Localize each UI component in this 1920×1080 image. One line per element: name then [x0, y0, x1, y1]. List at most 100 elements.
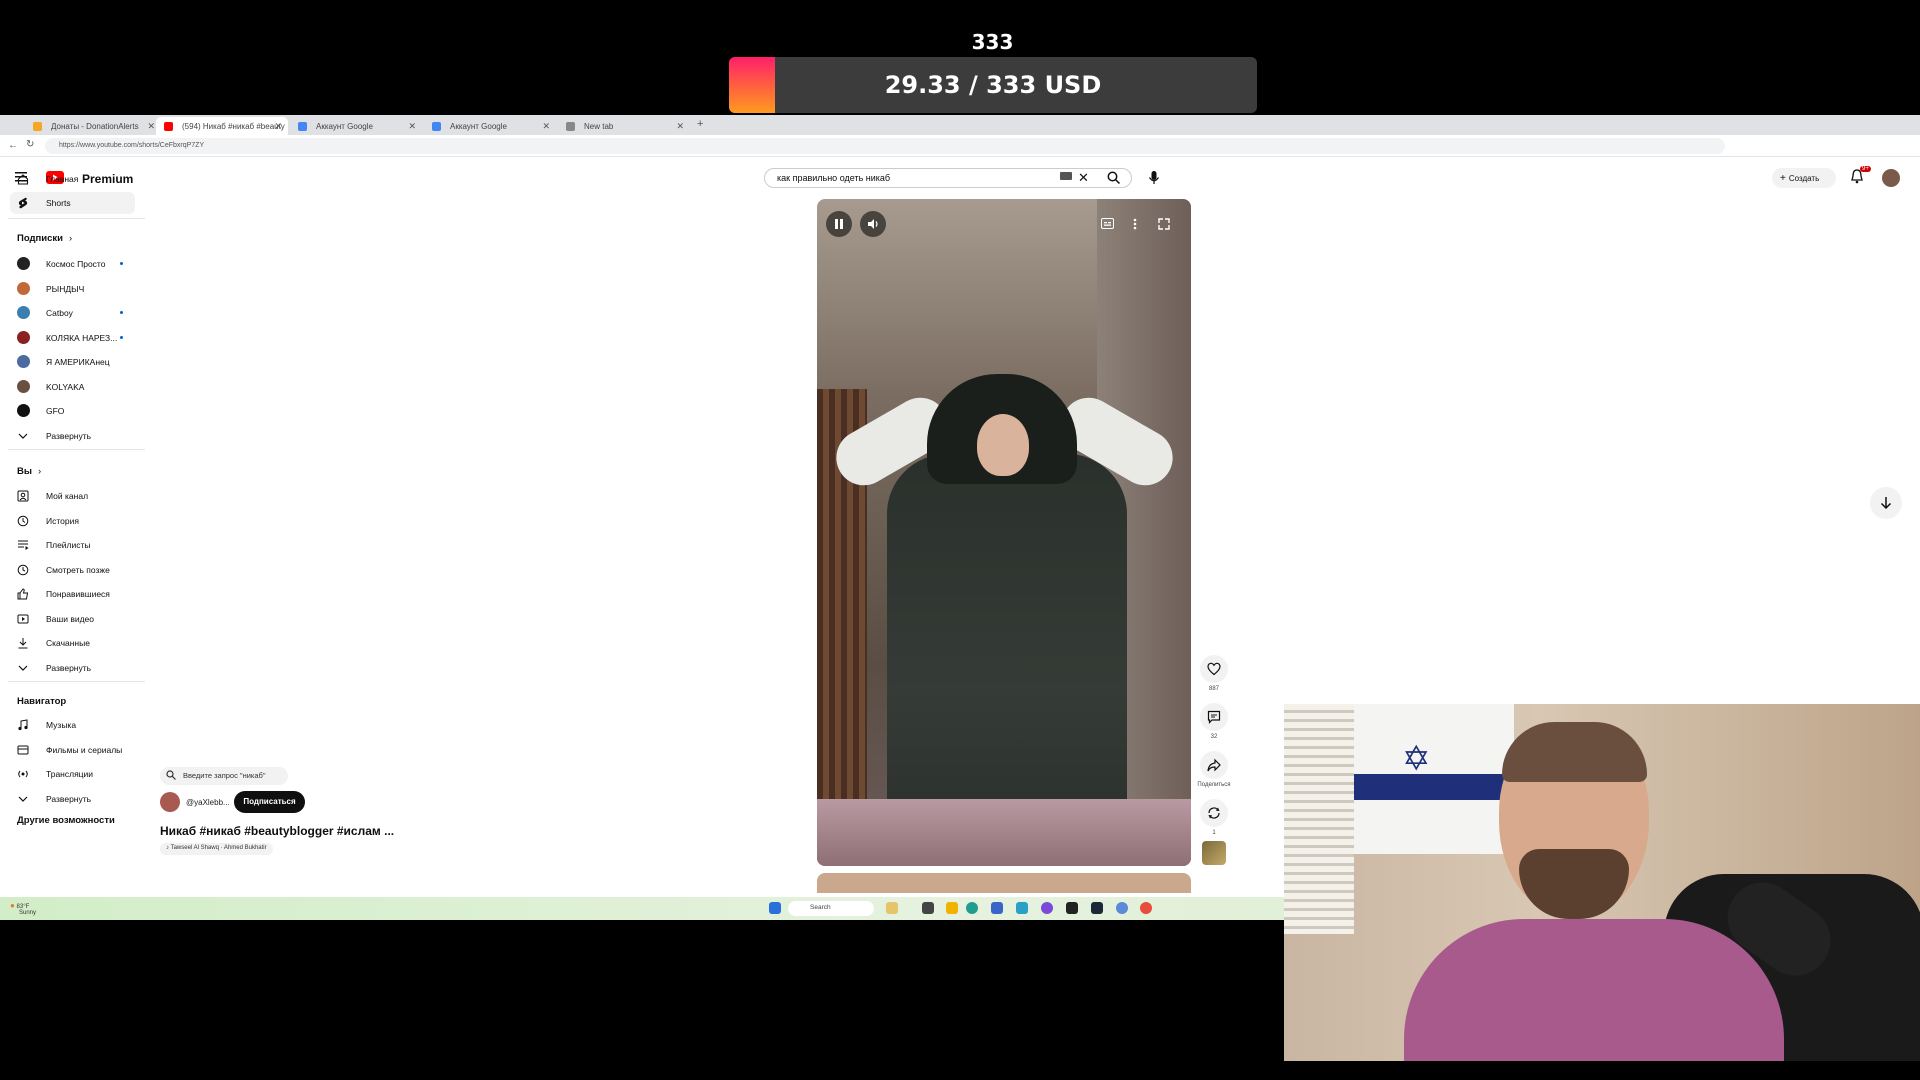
notification-badge: 9+: [1860, 166, 1871, 172]
sidebar-item-live[interactable]: Трансляции: [10, 763, 135, 785]
chevron-down-icon: [18, 433, 28, 439]
chrome-icon[interactable]: [1140, 902, 1152, 914]
close-tab-icon[interactable]: ✕: [676, 121, 684, 132]
create-button[interactable]: + Создать: [1772, 168, 1836, 188]
app-icon[interactable]: [1041, 902, 1053, 914]
start-icon[interactable]: [769, 902, 781, 914]
sidebar-item-like[interactable]: Понравившиеся: [10, 583, 135, 605]
search-icon[interactable]: [1107, 171, 1120, 184]
app-icon[interactable]: [922, 902, 934, 914]
sidebar-item-channel[interactable]: РЫНДЫЧ: [10, 278, 135, 300]
sidebar-item-watch-later[interactable]: Смотреть позже: [10, 559, 135, 581]
weather-widget[interactable]: ● 83°F Sunny: [10, 901, 36, 916]
close-tab-icon[interactable]: ✕: [147, 121, 155, 132]
app-icon[interactable]: [1116, 902, 1128, 914]
volume-button[interactable]: [860, 211, 886, 237]
voice-search-button[interactable]: [1144, 168, 1164, 188]
sidebar-item-home[interactable]: Главная: [10, 168, 135, 190]
sidebar-item-label: Ваши видео: [46, 613, 95, 624]
next-short-button[interactable]: [1870, 487, 1902, 519]
avatar[interactable]: [1882, 169, 1900, 187]
subscribe-button[interactable]: Подписаться: [234, 791, 305, 813]
close-tab-icon[interactable]: ✕: [274, 121, 282, 132]
navigator-header[interactable]: Навигатор: [17, 696, 66, 707]
favicon-icon: [566, 122, 575, 131]
sidebar-item-shorts[interactable]: Shorts: [10, 192, 135, 214]
browser-tab[interactable]: New tab ✕: [558, 117, 690, 135]
sidebar-item-channel[interactable]: Мой канал: [10, 485, 135, 507]
next-short-preview[interactable]: [817, 873, 1191, 893]
app-icon[interactable]: [886, 902, 898, 914]
sidebar-item-channel[interactable]: KOLYAKA: [10, 376, 135, 398]
taskbar-search[interactable]: Search: [788, 901, 874, 916]
browser-tab[interactable]: (594) Никаб #никаб #beauty ✕: [156, 117, 288, 135]
back-icon[interactable]: ←: [8, 140, 18, 151]
tab-label: Аккаунт Google: [450, 122, 507, 131]
more-vert-icon[interactable]: [1133, 218, 1137, 230]
subscriptions-header[interactable]: Подписки ›: [17, 233, 72, 244]
sidebar-item-label: Понравившиеся: [46, 589, 110, 599]
folder-icon[interactable]: [946, 902, 958, 914]
sidebar-item-channel[interactable]: GFO: [10, 400, 135, 422]
keyboard-icon[interactable]: [1060, 172, 1072, 180]
app-icon[interactable]: [1066, 902, 1078, 914]
sidebar-item-label: Смотреть позже: [46, 564, 110, 575]
sidebar-item-channel[interactable]: Космос Просто: [10, 253, 135, 275]
new-tab-icon[interactable]: +: [697, 118, 703, 130]
sidebar-item-channel[interactable]: КОЛЯКА НАРЕЗ...: [10, 327, 135, 349]
close-tab-icon[interactable]: ✕: [542, 121, 550, 132]
browser-tab[interactable]: Аккаунт Google ✕: [290, 117, 422, 135]
sidebar-item-download[interactable]: Скачанные: [10, 632, 135, 654]
sidebar-item-label: Я АМЕРИКАнец: [46, 357, 110, 367]
app-icon[interactable]: [991, 902, 1003, 914]
sidebar-item-playlists[interactable]: Плейлисты: [10, 534, 135, 556]
your-videos-icon: [17, 614, 29, 623]
comment-count: 32: [1210, 734, 1218, 740]
subscriptions-expand[interactable]: Развернуть: [10, 425, 135, 447]
more-header[interactable]: Другие возможности: [17, 815, 115, 826]
star-of-david-icon: ✡: [1402, 740, 1431, 778]
weather-desc: Sunny: [19, 910, 37, 916]
navigator-expand[interactable]: Развернуть: [10, 788, 135, 810]
sound-thumbnail[interactable]: [1202, 841, 1226, 865]
sidebar-item-music[interactable]: Музыка: [10, 714, 135, 736]
music-chip[interactable]: ♪ Tawseel Al Shawq · Ahmed Bukhatir: [160, 843, 273, 855]
share-button[interactable]: [1200, 751, 1228, 779]
sidebar-item-history[interactable]: История: [10, 510, 135, 532]
clear-search-icon[interactable]: ✕: [1078, 170, 1089, 186]
you-header[interactable]: Вы ›: [17, 466, 41, 477]
captions-icon[interactable]: [1101, 218, 1114, 229]
sidebar-item-movies[interactable]: Фильмы и сериалы: [10, 739, 135, 761]
pause-button[interactable]: [826, 211, 852, 237]
remix-button[interactable]: [1200, 799, 1228, 827]
channel-handle[interactable]: @yaXlebb...: [186, 798, 230, 807]
fullscreen-icon[interactable]: [1158, 218, 1170, 230]
steam-icon[interactable]: [1091, 902, 1103, 914]
close-tab-icon[interactable]: ✕: [408, 121, 416, 132]
like-button[interactable]: [1200, 655, 1228, 683]
browser-tab[interactable]: Донаты - DonationAlerts ✕: [25, 117, 161, 135]
webcam-person-shirt: [1404, 919, 1784, 1061]
browser-tab[interactable]: Аккаунт Google ✕: [424, 117, 556, 135]
sidebar-item-channel[interactable]: Catboy: [10, 302, 135, 324]
sidebar-item-channel[interactable]: Я АМЕРИКАнец: [10, 351, 135, 373]
comments-button[interactable]: [1200, 703, 1228, 731]
sidebar-item-label: Shorts: [46, 198, 71, 208]
app-icon[interactable]: [1016, 902, 1028, 914]
reload-icon[interactable]: ↻: [26, 139, 34, 150]
donation-goal-bar: 29.33 / 333 USD: [729, 57, 1257, 113]
channel-avatar[interactable]: [160, 792, 180, 812]
you-expand[interactable]: Развернуть: [10, 657, 135, 679]
like-icon: [17, 588, 29, 600]
webcam-overlay: ✡: [1284, 704, 1920, 1061]
edge-icon[interactable]: [966, 902, 978, 914]
mic-icon: [1149, 171, 1159, 184]
search-suggestion-chip[interactable]: Введите запрос "никаб": [160, 767, 288, 785]
url-field[interactable]: https://www.youtube.com/shorts/CeFbxrqP7…: [45, 138, 1725, 154]
search-input[interactable]: как правильно одеть никаб: [764, 168, 1132, 188]
short-title[interactable]: Никаб #никаб #beautyblogger #ислам ...: [160, 824, 394, 838]
shorts-video-player[interactable]: [817, 199, 1191, 866]
sidebar-item-label: Развернуть: [46, 794, 92, 804]
sidebar-item-your-videos[interactable]: Ваши видео: [10, 608, 135, 630]
divider: [8, 218, 145, 219]
